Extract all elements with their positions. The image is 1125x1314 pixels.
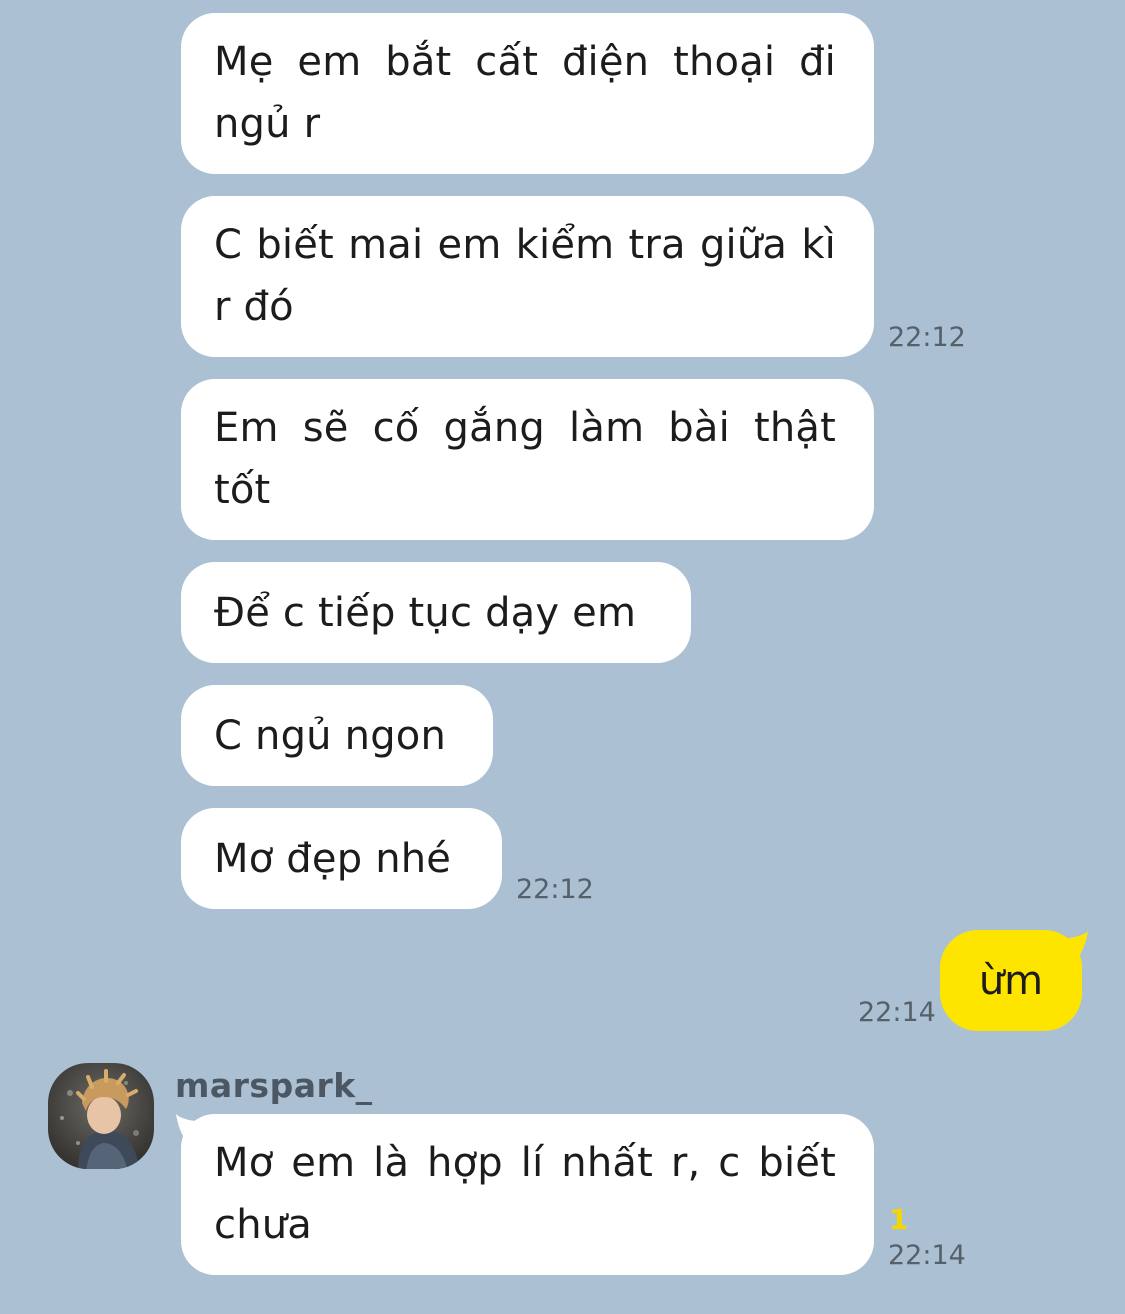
message-timestamp: 22:12: [516, 874, 594, 905]
message-text: Mẹ em bắt cất điện thoại đi ngủ r: [214, 39, 836, 147]
message-bubble[interactable]: Mẹ em bắt cất điện thoại đi ngủ r: [181, 13, 874, 174]
unread-count: 1: [889, 1203, 909, 1236]
profile-photo-icon: [48, 1063, 154, 1169]
message-bubble[interactable]: Để c tiếp tục dạy em: [181, 562, 691, 663]
message-bubble[interactable]: Em sẽ cố gắng làm bài thật tốt: [181, 379, 874, 540]
message-bubble[interactable]: Mơ đẹp nhé: [181, 808, 502, 909]
message-timestamp: 22:12: [888, 322, 966, 353]
message-text: Em sẽ cố gắng làm bài thật tốt: [214, 405, 836, 513]
sender-name: marspark_: [175, 1066, 373, 1105]
message-bubble[interactable]: C biết mai em kiểm tra giữa kì r đó: [181, 196, 874, 357]
message-text: C biết mai em kiểm tra giữa kì r đó: [214, 222, 836, 330]
outgoing-message-bubble[interactable]: ừm: [940, 930, 1082, 1031]
sender-avatar[interactable]: [48, 1063, 154, 1169]
message-timestamp: 22:14: [858, 997, 936, 1028]
message-text: Mơ em là hợp lí nhất r, c biết chưa: [214, 1140, 836, 1248]
message-bubble[interactable]: Mơ em là hợp lí nhất r, c biết chưa: [181, 1114, 874, 1275]
message-timestamp: 22:14: [888, 1240, 966, 1271]
message-text: C ngủ ngon: [214, 712, 447, 759]
message-bubble[interactable]: C ngủ ngon: [181, 685, 493, 786]
message-text: Để c tiếp tục dạy em: [214, 589, 637, 636]
message-text: Mơ đẹp nhé: [214, 835, 452, 882]
message-text: ừm: [978, 957, 1044, 1004]
